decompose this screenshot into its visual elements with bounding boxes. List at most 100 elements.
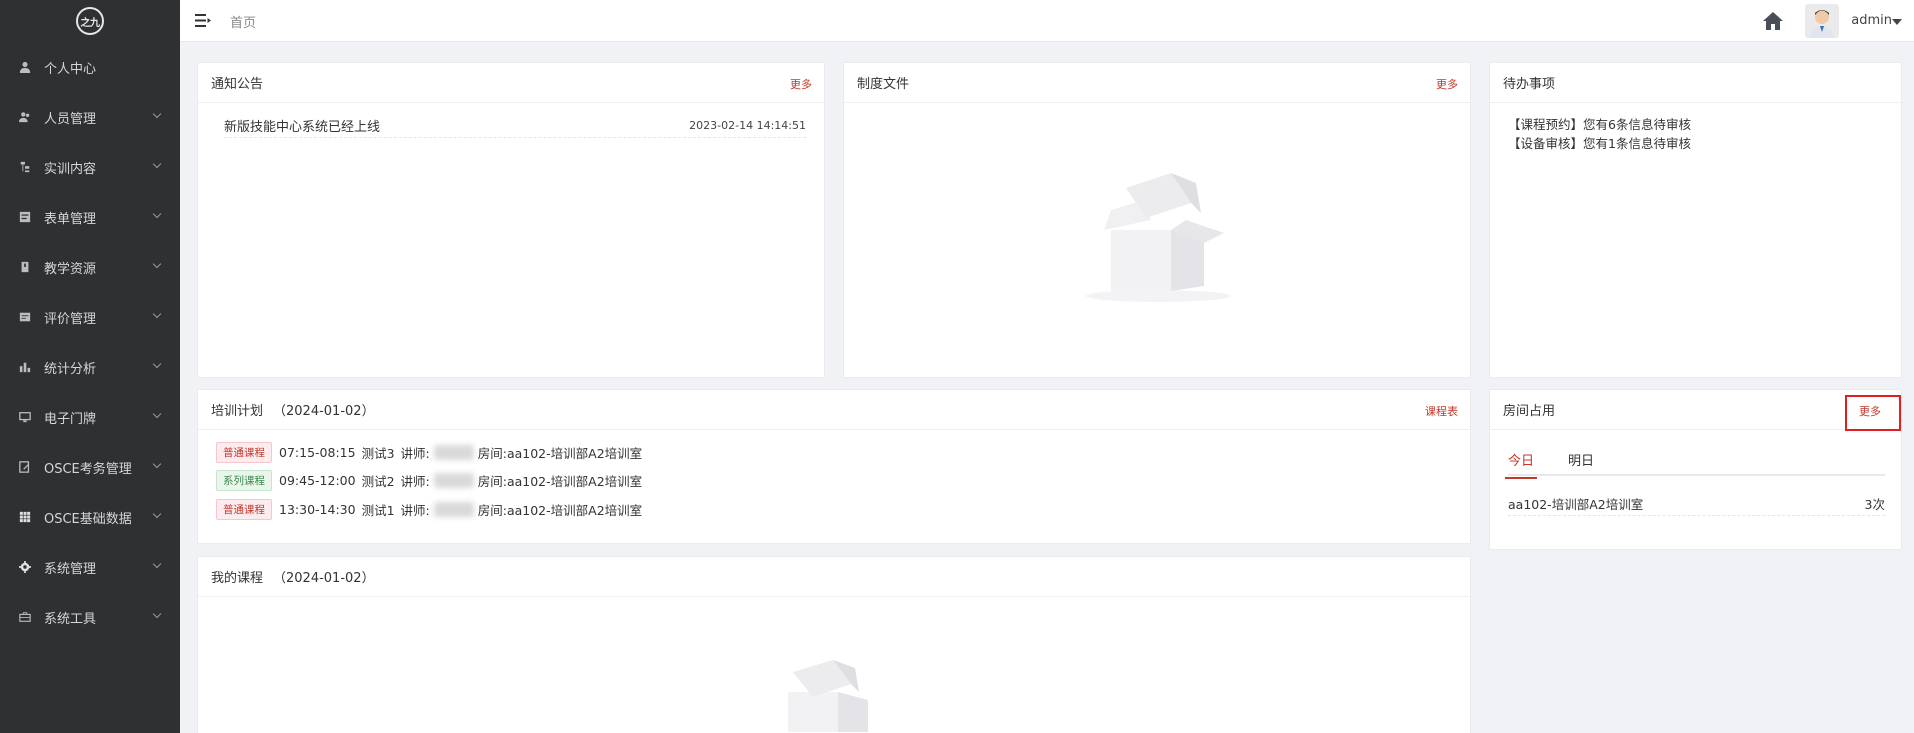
sidebar-item-label: 教学资源 bbox=[44, 261, 97, 277]
notice-item-date: 2023-02-14 14:14:51 bbox=[689, 119, 806, 132]
my-course-title: 我的课程 bbox=[211, 571, 264, 586]
sidebar-item[interactable]: OSCE基础数据 bbox=[0, 492, 180, 542]
my-course-date: （2024-01-02） bbox=[273, 571, 375, 586]
breadcrumb[interactable]: 首页 bbox=[230, 12, 256, 31]
tab-today[interactable]: 今日 bbox=[1504, 450, 1538, 479]
todo-list: 【课程预约】您有6条信息待审核 【设备审核】您有1条信息待审核 bbox=[1508, 115, 1691, 153]
sidebar-item-label: 系统管理 bbox=[44, 561, 97, 577]
sidebar-item[interactable]: 教学资源 bbox=[0, 242, 180, 292]
course-time: 09:45-12:00 bbox=[279, 472, 356, 488]
sidebar-item-label: 人员管理 bbox=[44, 111, 97, 127]
book-icon bbox=[18, 260, 32, 274]
chevron-down-icon bbox=[152, 409, 162, 419]
chevron-down-icon bbox=[152, 309, 162, 319]
docs-panel-header: 制度文件 更多 bbox=[844, 63, 1470, 103]
sidebar-item[interactable]: OSCE考务管理 bbox=[0, 442, 180, 492]
sidebar-item[interactable]: 实训内容 bbox=[0, 142, 180, 192]
room-name: aa102-培训部A2培训室 bbox=[506, 473, 643, 489]
teacher-label: 讲师: bbox=[400, 445, 430, 461]
tab-tomorrow[interactable]: 明日 bbox=[1568, 450, 1594, 469]
todo-item[interactable]: 【课程预约】您有6条信息待审核 bbox=[1508, 115, 1691, 134]
chevron-down-icon bbox=[152, 109, 162, 119]
chevron-down-icon bbox=[152, 159, 162, 169]
highlight-box bbox=[1845, 395, 1901, 431]
sidebar-item[interactable]: 统计分析 bbox=[0, 342, 180, 392]
monitor-icon bbox=[18, 410, 32, 424]
menu-toggle-icon[interactable] bbox=[195, 14, 211, 27]
sidebar-item-label: 评价管理 bbox=[44, 311, 97, 327]
course-time: 07:15-08:15 bbox=[279, 444, 356, 460]
course-type-badge: 普通课程 bbox=[216, 498, 272, 520]
sidebar-item[interactable]: 电子门牌 bbox=[0, 392, 180, 442]
avatar[interactable] bbox=[1805, 4, 1839, 38]
todo-panel: 待办事项 【课程预约】您有6条信息待审核 【设备审核】您有1条信息待审核 bbox=[1489, 62, 1902, 378]
room-occupancy-title: 房间占用 bbox=[1503, 404, 1556, 419]
toolbox-icon bbox=[18, 610, 32, 624]
todo-panel-title: 待办事项 bbox=[1503, 77, 1556, 92]
sidebar-item[interactable]: 评价管理 bbox=[0, 292, 180, 342]
room-count: 3次 bbox=[1864, 497, 1885, 512]
room-row[interactable]: aa102-培训部A2培训室 3次 bbox=[1508, 490, 1885, 516]
sidebar-item-label: OSCE考务管理 bbox=[44, 461, 132, 477]
training-plan-row[interactable]: 系列课程 09:45-12:00 测试2 讲师: 房间: aa102-培训部A2培训室 bbox=[216, 469, 642, 491]
bar-chart-icon bbox=[18, 360, 32, 374]
chevron-down-icon bbox=[152, 209, 162, 219]
sidebar-item[interactable]: 系统管理 bbox=[0, 542, 180, 592]
sidebar-item[interactable]: 人员管理 bbox=[0, 92, 180, 142]
gear-icon bbox=[18, 560, 32, 574]
notice-panel-header: 通知公告 更多 bbox=[198, 63, 824, 103]
training-plan-row[interactable]: 普通课程 07:15-08:15 测试3 讲师: 房间: aa102-培训部A2培训室 bbox=[216, 441, 642, 463]
room-label: 房间: bbox=[477, 445, 507, 461]
course-time: 13:30-14:30 bbox=[279, 501, 356, 517]
chevron-down-icon bbox=[152, 559, 162, 569]
logo[interactable]: 之九 bbox=[0, 0, 180, 42]
schedule-link[interactable]: 课程表 bbox=[1425, 403, 1458, 419]
teacher-label: 讲师: bbox=[400, 502, 430, 518]
my-course-panel: 我的课程 （2024-01-02） bbox=[197, 556, 1471, 733]
sidebar-item[interactable]: 个人中心 bbox=[0, 42, 180, 92]
chevron-down-icon bbox=[152, 609, 162, 619]
room-tabs: 今日 明日 bbox=[1504, 446, 1885, 479]
my-course-header: 我的课程 （2024-01-02） bbox=[198, 557, 1470, 597]
todo-item[interactable]: 【设备审核】您有1条信息待审核 bbox=[1508, 134, 1691, 153]
notice-item-title[interactable]: 新版技能中心系统已经上线 bbox=[224, 116, 380, 135]
sidebar-menu: 个人中心人员管理实训内容表单管理教学资源评价管理统计分析电子门牌 OSCE考务管理… bbox=[0, 42, 180, 642]
training-plan-title: 培训计划 bbox=[211, 404, 264, 419]
home-icon[interactable] bbox=[1762, 10, 1784, 32]
room-label: 房间: bbox=[477, 502, 507, 518]
empty-box-icon bbox=[1086, 173, 1230, 302]
docs-more-link[interactable]: 更多 bbox=[1436, 76, 1458, 92]
sidebar: 之九 个人中心人员管理实训内容表单管理教学资源评价管理统计分析电子门牌 OSCE考… bbox=[0, 0, 180, 733]
course-name: 测试2 bbox=[361, 473, 395, 489]
sidebar-item-label: OSCE基础数据 bbox=[44, 511, 132, 527]
training-plan-panel: 培训计划 （2024-01-02） 课程表 普通课程 07:15-08:15 测试3… bbox=[197, 389, 1471, 544]
sitemap-icon bbox=[18, 160, 32, 174]
notice-panel: 通知公告 更多 新版技能中心系统已经上线 2023-02-14 14:14:51 bbox=[197, 62, 825, 378]
avatar-image bbox=[1805, 4, 1839, 38]
users-icon bbox=[18, 110, 32, 124]
training-plan-row[interactable]: 普通课程 13:30-14:30 测试1 讲师: 房间: aa102-培训部A2培训室 bbox=[216, 498, 642, 520]
sidebar-item-label: 统计分析 bbox=[44, 361, 97, 377]
notice-panel-title: 通知公告 bbox=[211, 77, 264, 92]
training-plan-date: （2024-01-02） bbox=[273, 404, 375, 419]
course-type-badge: 系列课程 bbox=[216, 469, 272, 491]
docs-panel-title: 制度文件 bbox=[857, 77, 910, 92]
sidebar-item[interactable]: 系统工具 bbox=[0, 592, 180, 642]
empty-box-icon bbox=[788, 660, 868, 732]
sidebar-item[interactable]: 表单管理 bbox=[0, 192, 180, 242]
teacher-label: 讲师: bbox=[400, 473, 430, 489]
edit-icon bbox=[18, 460, 32, 474]
username[interactable]: admin bbox=[1851, 13, 1892, 28]
docs-panel: 制度文件 更多 bbox=[843, 62, 1471, 378]
chevron-down-icon[interactable] bbox=[1892, 19, 1902, 25]
notice-item[interactable]: 新版技能中心系统已经上线 2023-02-14 14:14:51 bbox=[224, 116, 806, 138]
training-plan-header: 培训计划 （2024-01-02） 课程表 bbox=[198, 390, 1470, 430]
room-name: aa102-培训部A2培训室 bbox=[1508, 497, 1644, 512]
grid-icon bbox=[18, 510, 32, 524]
notice-more-link[interactable]: 更多 bbox=[790, 76, 812, 92]
evaluation-icon bbox=[18, 310, 32, 324]
chevron-down-icon bbox=[152, 459, 162, 469]
logo-mark: 之九 bbox=[76, 7, 104, 35]
sidebar-item-label: 实训内容 bbox=[44, 161, 97, 177]
room-label: 房间: bbox=[477, 473, 507, 489]
